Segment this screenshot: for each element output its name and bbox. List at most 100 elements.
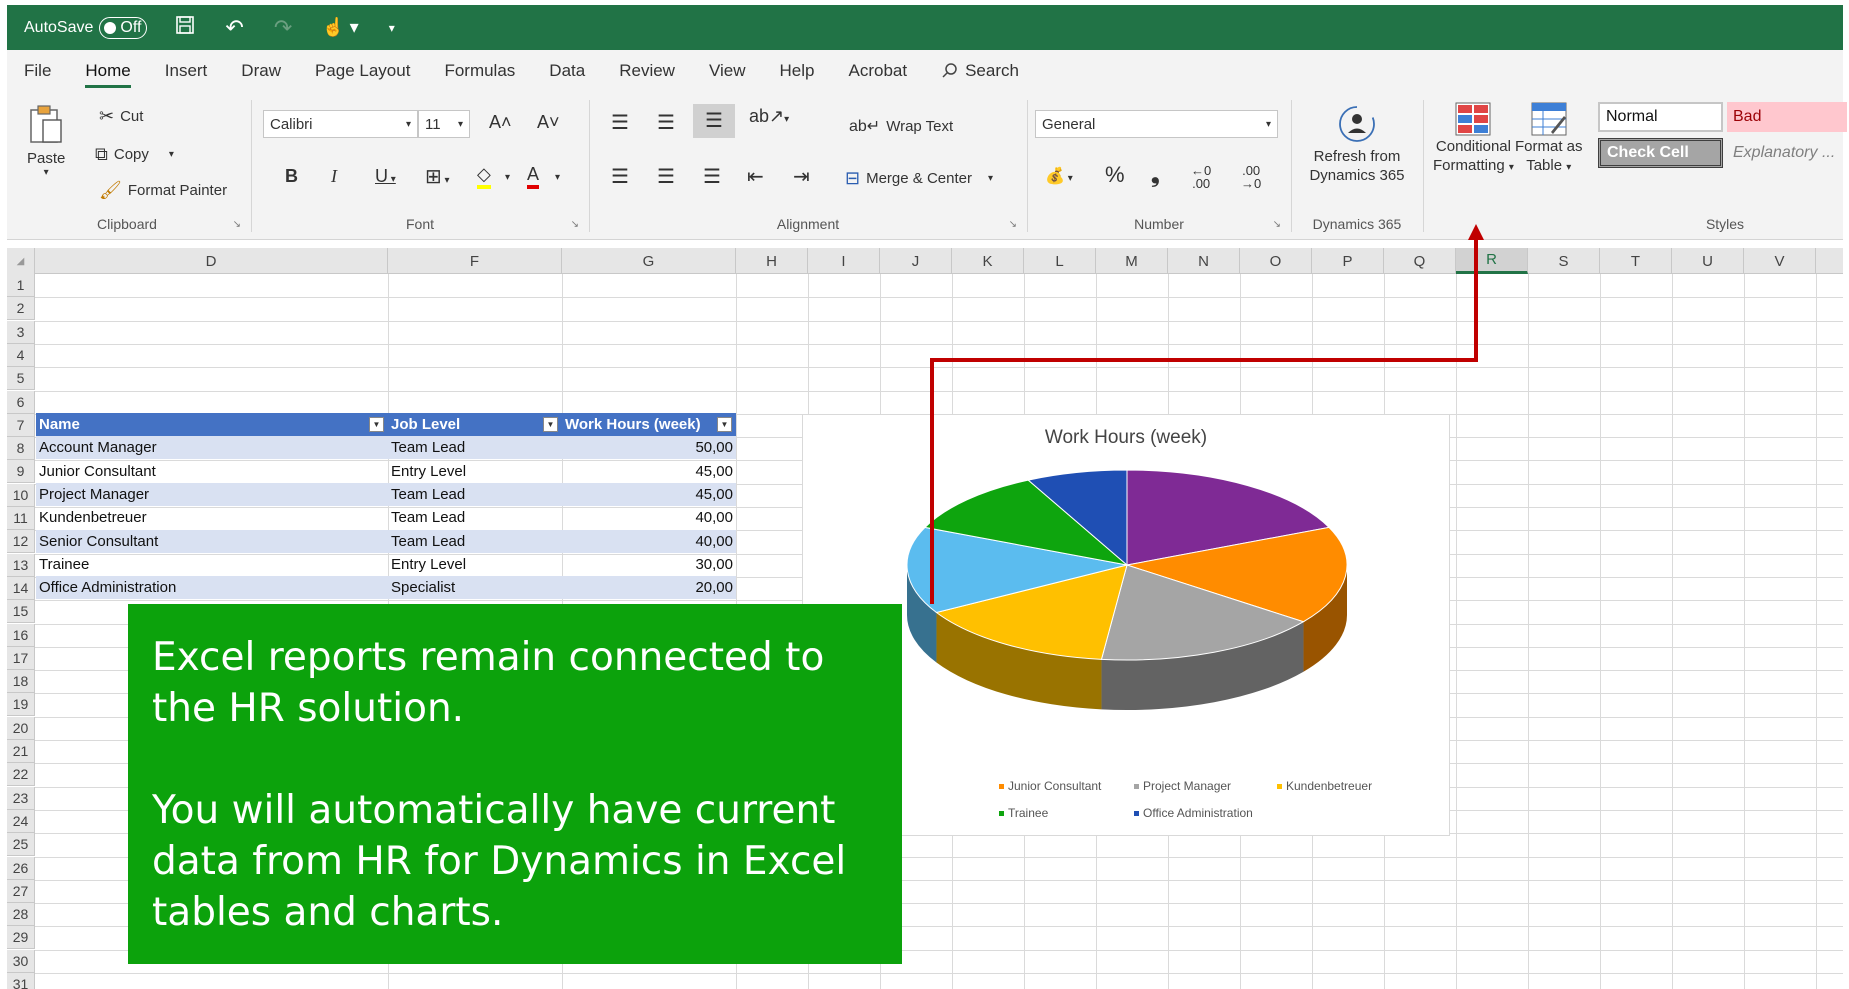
column-header-u[interactable]: U [1672,248,1744,274]
accounting-format-icon[interactable]: 💰 ▾ [1045,166,1073,186]
tab-file[interactable]: File [7,50,68,92]
tab-review[interactable]: Review [602,50,692,92]
number-launcher-icon[interactable]: ↘ [1273,219,1281,230]
tab-page-layout[interactable]: Page Layout [298,50,427,92]
worksheet-grid[interactable]: ◢ D F G H I J K L M N O P Q R S T U V 12… [7,248,1843,989]
table-cell[interactable]: 45,00 [562,482,736,506]
tab-help[interactable]: Help [763,50,832,92]
row-header[interactable]: 23 [7,786,35,810]
bold-icon[interactable]: B [285,166,298,187]
table-cell[interactable]: Entry Level [388,553,562,576]
table-header-work-hours[interactable]: Work Hours (week) ▼ [562,413,736,436]
table-cell[interactable]: 40,00 [562,529,736,553]
row-header[interactable]: 27 [7,879,35,903]
style-explanatory[interactable]: Explanatory ... [1727,138,1847,168]
column-header-f[interactable]: F [388,248,562,274]
row-header[interactable]: 16 [7,623,35,647]
tab-home[interactable]: Home [68,50,147,92]
legend-item[interactable]: Junior Consultant [999,779,1101,793]
column-header-v[interactable]: V [1744,248,1816,274]
font-color-icon[interactable]: A [527,164,540,189]
row-header[interactable]: 12 [7,530,35,554]
font-name-select[interactable]: Calibri ▾ [263,110,418,138]
filter-dropdown-icon[interactable]: ▼ [543,417,558,432]
wrap-text-button[interactable]: ab↵ Wrap Text [849,116,953,136]
row-header[interactable]: 26 [7,856,35,880]
table-cell[interactable]: Office Administration [36,576,388,600]
tab-view[interactable]: View [692,50,763,92]
table-cell[interactable]: Kundenbetreuer [36,506,388,529]
column-header-k[interactable]: K [952,248,1024,274]
column-header-h[interactable]: H [736,248,808,274]
autosave-toggle[interactable]: Off [99,16,148,39]
row-header[interactable]: 20 [7,716,35,740]
align-center-icon[interactable]: ☰ [657,164,675,189]
legend-item[interactable]: Project Manager [1134,779,1231,793]
orientation-icon[interactable]: ab↗▾ [749,106,789,127]
table-cell[interactable]: 20,00 [562,576,736,600]
table-cell[interactable]: Junior Consultant [36,460,388,483]
row-header[interactable]: 22 [7,763,35,787]
tab-formulas[interactable]: Formulas [427,50,532,92]
table-cell[interactable]: Senior Consultant [36,529,388,553]
row-header[interactable]: 11 [7,507,35,530]
search-box[interactable]: Search [924,50,1036,92]
column-header-j[interactable]: J [880,248,952,274]
select-all-corner[interactable]: ◢ [7,248,35,274]
borders-icon[interactable]: ⊞ ▾ [425,164,450,189]
row-header[interactable]: 21 [7,740,35,763]
table-cell[interactable]: Team Lead [388,482,562,506]
decrease-indent-icon[interactable]: ⇤ [747,164,764,189]
format-as-table-button[interactable]: Format as Table ▾ [1515,102,1583,174]
row-header[interactable]: 30 [7,949,35,973]
column-header-n[interactable]: N [1168,248,1240,274]
conditional-formatting-button[interactable]: Conditional Formatting ▾ [1433,102,1514,174]
comma-style-icon[interactable]: ❟ [1151,162,1160,188]
increase-decimal-icon[interactable]: ←0.00 [1191,164,1211,190]
table-cell[interactable]: 45,00 [562,460,736,483]
tab-data[interactable]: Data [532,50,602,92]
font-launcher-icon[interactable]: ↘ [571,219,579,230]
table-cell[interactable]: Team Lead [388,529,562,553]
decrease-decimal-icon[interactable]: .00 →0 [1241,164,1261,190]
legend-item[interactable]: Kundenbetreuer [1277,779,1372,793]
row-header[interactable]: 14 [7,576,35,600]
row-header[interactable]: 29 [7,926,35,950]
column-header-p[interactable]: P [1312,248,1384,274]
row-header[interactable]: 8 [7,437,35,461]
row-header[interactable]: 7 [7,413,35,437]
increase-indent-icon[interactable]: ⇥ [793,164,810,189]
column-header-s[interactable]: S [1528,248,1600,274]
row-header[interactable]: 1 [7,274,35,297]
column-header-d[interactable]: D [35,248,388,274]
italic-icon[interactable]: I [331,166,337,187]
column-header-m[interactable]: M [1096,248,1168,274]
table-cell[interactable]: 50,00 [562,436,736,460]
table-cell[interactable]: Team Lead [388,436,562,460]
align-left-icon[interactable]: ☰ [611,164,629,189]
number-format-select[interactable]: General ▾ [1035,110,1278,138]
table-cell[interactable]: Entry Level [388,460,562,483]
filter-dropdown-icon[interactable]: ▼ [369,417,384,432]
row-header[interactable]: 10 [7,483,35,507]
row-header[interactable]: 17 [7,646,35,670]
table-header-job-level[interactable]: Job Level ▼ [388,413,562,436]
font-size-select[interactable]: 11 ▾ [418,110,470,138]
row-header[interactable]: 2 [7,297,35,321]
table-cell[interactable]: Team Lead [388,506,562,529]
cut-button[interactable]: ✂ Cut [99,106,143,127]
customize-qat-icon[interactable]: ▾ [389,21,395,35]
style-normal[interactable]: Normal [1598,102,1723,132]
column-header-o[interactable]: O [1240,248,1312,274]
row-header[interactable]: 18 [7,670,35,694]
align-bottom-icon[interactable]: ☰ [693,104,735,138]
table-cell[interactable]: Project Manager [36,482,388,506]
redo-icon[interactable]: ↷ [274,15,292,41]
row-header[interactable]: 31 [7,973,35,989]
column-header-q[interactable]: Q [1384,248,1456,274]
alignment-launcher-icon[interactable]: ↘ [1009,219,1017,230]
legend-item[interactable]: Office Administration [1134,806,1253,820]
column-header-t[interactable]: T [1600,248,1672,274]
tab-draw[interactable]: Draw [224,50,298,92]
align-right-icon[interactable]: ☰ [703,164,721,189]
